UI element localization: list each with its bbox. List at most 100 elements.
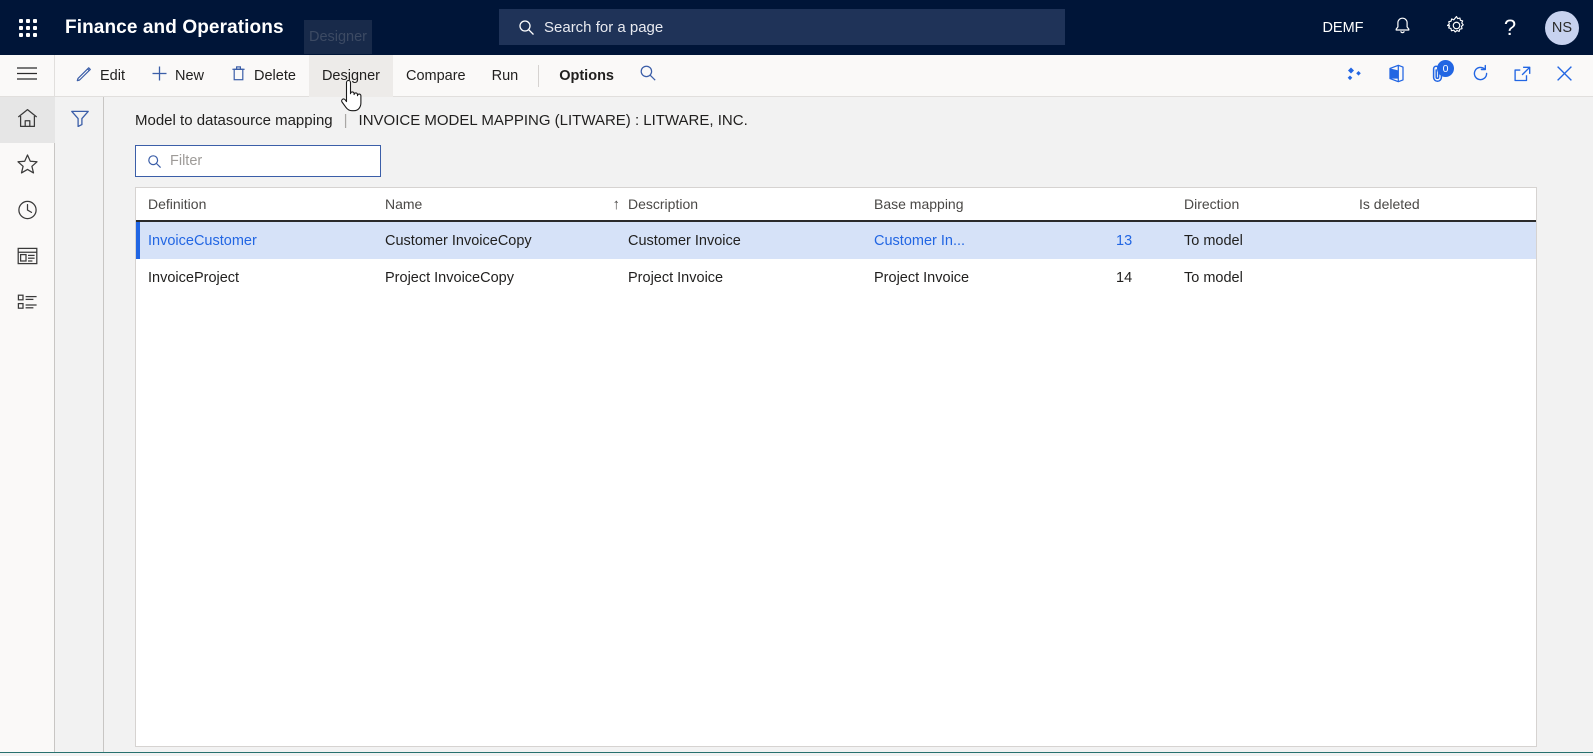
designer-tooltip-ghost: Designer	[304, 20, 372, 54]
navigation-menu-button[interactable]	[0, 54, 55, 97]
designer-button-label: Designer	[321, 67, 380, 84]
cell-direction: To model	[1184, 232, 1243, 249]
action-pane: Edit New Delete Designer Compare Run Opt…	[0, 54, 1593, 97]
run-button-label: Run	[491, 67, 519, 84]
pencil-icon	[76, 65, 93, 86]
global-search-placeholder: Search for a page	[544, 18, 664, 36]
recent-clock-icon	[16, 199, 39, 226]
table-row[interactable]: InvoiceProject Project InvoiceCopy Proje…	[136, 259, 1536, 296]
hamburger-icon	[16, 66, 38, 86]
filter-pane-rail	[56, 97, 104, 756]
company-selector[interactable]: DEMF	[1311, 0, 1375, 55]
content-area: Model to datasource mapping | INVOICE MO…	[105, 97, 1593, 756]
personalize-button[interactable]	[1333, 55, 1375, 97]
search-icon	[518, 19, 535, 36]
column-header-direction[interactable]: Direction	[1172, 196, 1347, 212]
attachments-button[interactable]: 0	[1417, 55, 1459, 97]
refresh-button[interactable]	[1459, 55, 1501, 97]
search-icon	[639, 64, 657, 87]
favorites-star-icon	[16, 153, 39, 180]
data-grid: Definition Name ↑ Description Base mappi…	[135, 187, 1537, 747]
plus-icon	[151, 65, 168, 86]
modules-list-icon	[16, 292, 39, 317]
delete-button-label: Delete	[254, 67, 296, 84]
open-in-new-window-icon	[1513, 65, 1532, 88]
waffle-grid-icon	[18, 18, 37, 37]
compare-button[interactable]: Compare	[393, 55, 479, 97]
filter-pane-toggle[interactable]	[56, 97, 104, 143]
filter-input-placeholder: Filter	[170, 153, 203, 169]
trash-icon	[230, 65, 247, 86]
personalize-diamonds-icon	[1344, 66, 1364, 87]
close-button[interactable]	[1543, 55, 1585, 97]
sort-ascending-icon: ↑	[612, 195, 621, 213]
global-search-box[interactable]: Search for a page	[499, 9, 1065, 45]
search-icon	[147, 154, 162, 169]
notifications-button[interactable]	[1375, 0, 1429, 55]
filter-funnel-icon	[70, 109, 90, 132]
settings-button[interactable]	[1429, 0, 1483, 55]
top-navigation-right-group: DEMF ? NS	[1311, 0, 1593, 55]
compare-button-label: Compare	[405, 67, 466, 84]
sidebar-item-modules[interactable]	[0, 281, 55, 327]
grid-header-row: Definition Name ↑ Description Base mappi…	[136, 188, 1536, 222]
top-navigation-bar: Finance and Operations Search for a page…	[0, 0, 1593, 55]
help-button[interactable]: ?	[1483, 0, 1537, 55]
question-mark-icon: ?	[1503, 14, 1517, 40]
app-launcher-button[interactable]	[0, 0, 55, 55]
designer-button[interactable]: Designer	[308, 54, 393, 97]
cell-definition[interactable]: InvoiceCustomer	[136, 233, 385, 249]
breadcrumb: Model to datasource mapping | INVOICE MO…	[135, 112, 748, 129]
sidebar-item-home[interactable]	[0, 97, 55, 143]
app-title: Finance and Operations	[65, 16, 284, 38]
options-button[interactable]: Options	[546, 55, 627, 97]
sidebar-item-recent[interactable]	[0, 189, 55, 235]
cell-name: Project InvoiceCopy	[385, 269, 514, 286]
office-app-button[interactable]	[1375, 55, 1417, 97]
cell-base-mapping[interactable]: Project Invoice	[874, 270, 1116, 286]
new-button[interactable]: New	[138, 55, 217, 97]
sidebar-item-workspaces[interactable]	[0, 235, 55, 281]
open-in-new-window-button[interactable]	[1501, 55, 1543, 97]
run-button[interactable]: Run	[479, 55, 532, 97]
edit-button[interactable]: Edit	[63, 55, 138, 97]
action-pane-right-group: 0	[1333, 55, 1585, 97]
column-header-base-mapping[interactable]: Base mapping	[874, 196, 1116, 212]
cell-description: Customer Invoice	[628, 232, 741, 249]
attachments-count-badge: 0	[1437, 60, 1454, 77]
cell-name: Customer InvoiceCopy	[385, 232, 532, 249]
column-header-name[interactable]: Name ↑	[385, 196, 628, 213]
refresh-icon	[1471, 64, 1490, 88]
left-navigation-rail	[0, 97, 55, 756]
edit-button-label: Edit	[100, 67, 125, 84]
close-icon	[1555, 64, 1574, 88]
action-search-button[interactable]	[627, 55, 669, 97]
cell-number[interactable]: 13	[1116, 233, 1172, 249]
cell-number: 14	[1116, 269, 1133, 286]
gear-icon	[1446, 15, 1467, 40]
bell-icon	[1393, 16, 1412, 40]
bottom-status-bar	[0, 752, 1593, 756]
breadcrumb-page[interactable]: Model to datasource mapping	[135, 112, 333, 129]
sidebar-item-favorites[interactable]	[0, 143, 55, 189]
column-header-description[interactable]: Description	[628, 196, 874, 212]
office-app-icon	[1388, 64, 1405, 88]
filter-input[interactable]: Filter	[135, 145, 381, 177]
table-row[interactable]: InvoiceCustomer Customer InvoiceCopy Cus…	[136, 222, 1536, 259]
options-button-label: Options	[559, 67, 614, 84]
column-header-name-label: Name	[385, 196, 423, 212]
column-header-is-deleted[interactable]: Is deleted	[1347, 196, 1527, 212]
user-avatar[interactable]: NS	[1545, 10, 1579, 45]
cell-base-mapping[interactable]: Customer In...	[874, 233, 1116, 249]
delete-button[interactable]: Delete	[217, 55, 309, 97]
home-icon	[16, 107, 39, 134]
breadcrumb-separator: |	[343, 112, 348, 129]
cell-direction: To model	[1184, 269, 1243, 286]
workspaces-icon	[16, 246, 39, 271]
new-button-label: New	[175, 67, 205, 84]
action-pane-separator	[538, 64, 540, 87]
breadcrumb-context: INVOICE MODEL MAPPING (LITWARE) : LITWAR…	[358, 112, 748, 129]
cell-definition[interactable]: InvoiceProject	[136, 270, 385, 286]
column-header-definition[interactable]: Definition	[136, 196, 385, 212]
cell-description: Project Invoice	[628, 269, 724, 286]
